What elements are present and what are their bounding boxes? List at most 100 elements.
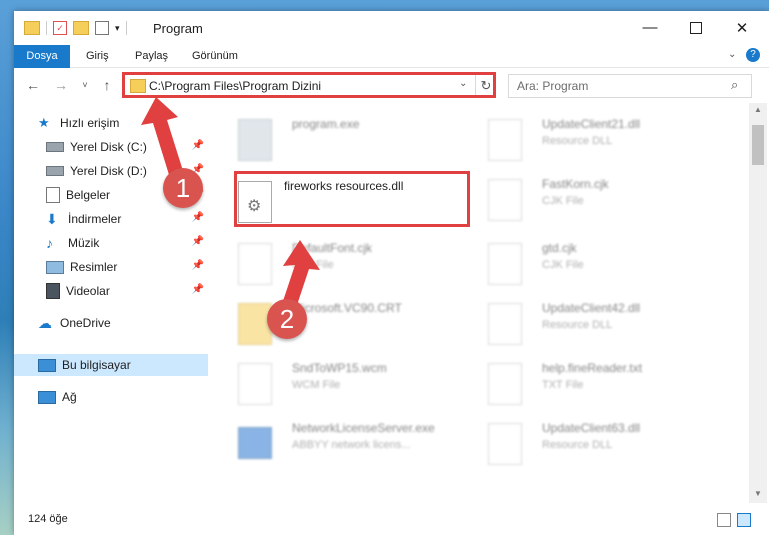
documents-icon (46, 187, 60, 203)
forward-arrow-icon: → (54, 77, 68, 93)
list-item[interactable]: SndToWP15.wcm WCM File (214, 355, 454, 411)
sidebar-item-label: Belgeler (66, 188, 111, 202)
new-folder-icon[interactable] (73, 21, 89, 35)
search-box[interactable]: Ara: Program ⌕ (508, 74, 752, 98)
file-type: WCM File (292, 379, 341, 391)
file-name: Microsoft.VC90.CRT (292, 301, 402, 315)
list-item[interactable]: DefaultFont.cjk CJK File (214, 235, 454, 291)
address-row: ← → ˅ ↑ C:\Program Files\Program Dizini … (14, 68, 769, 102)
help-icon[interactable]: ? (746, 48, 760, 62)
list-item[interactable]: Microsoft.VC90.CRT (214, 295, 454, 351)
sidebar-item-videos[interactable]: Videolar 📌 (14, 280, 208, 302)
chevron-down-icon[interactable]: ⌄ (728, 49, 736, 60)
file-name: DefaultFont.cjk (292, 241, 373, 255)
sidebar-item-label: Ağ (62, 390, 77, 404)
sidebar-item-quick-access[interactable]: ★ Hızlı erişim (14, 112, 208, 134)
star-icon: ★ (38, 115, 50, 130)
up-arrow-icon: ↑ (103, 77, 111, 93)
drive-icon (46, 142, 64, 152)
pin-icon[interactable]: 📌 (192, 140, 204, 151)
tab-paylas[interactable]: Paylaş (135, 45, 168, 67)
tab-gorunum[interactable]: Görünüm (192, 45, 238, 67)
cloud-icon: ☁ (38, 315, 52, 331)
maximize-icon (690, 21, 702, 34)
sidebar-item-network[interactable]: Ağ (14, 386, 208, 408)
dll-gear-icon (488, 423, 522, 465)
title-bar: ✓ ▾ Program — ✕ (14, 11, 769, 44)
search-icon[interactable]: ⌕ (731, 77, 738, 93)
scroll-up-icon[interactable]: ▲ (754, 105, 762, 114)
minimize-button[interactable]: — (627, 11, 673, 44)
pin-icon[interactable]: 📌 (192, 260, 204, 271)
close-icon: ✕ (735, 19, 749, 37)
list-item[interactable]: UpdateClient21.dll Resource DLL (464, 111, 704, 167)
sidebar-item-music[interactable]: ♪ Müzik 📌 (14, 232, 208, 254)
pin-icon[interactable]: 📌 (192, 236, 204, 247)
forward-button[interactable]: → (52, 76, 70, 94)
sidebar-item-label: Müzik (68, 236, 100, 250)
details-view-icon[interactable] (717, 513, 731, 527)
videos-icon (46, 283, 60, 299)
address-highlight-box (122, 72, 496, 98)
chevron-down-icon: ˅ (82, 80, 88, 90)
sidebar-item-downloads[interactable]: ⬇ İndirmeler 📌 (14, 208, 208, 230)
network-icon (38, 390, 56, 404)
sidebar-item-label: Videolar (66, 284, 110, 298)
file-type: Resource DLL (542, 439, 613, 451)
file-highlight-box (234, 171, 470, 227)
file-icon (488, 363, 522, 405)
sidebar-item-label: Yerel Disk (C:) (70, 140, 147, 154)
list-item[interactable]: UpdateClient42.dll Resource DLL (464, 295, 704, 351)
file-icon (488, 243, 522, 285)
folder-icon (24, 21, 40, 35)
file-icon (238, 243, 272, 285)
up-button[interactable]: ↑ (98, 76, 116, 94)
list-item[interactable]: program.exe (214, 111, 454, 167)
scroll-down-icon[interactable]: ▼ (754, 489, 762, 498)
sidebar-item-this-pc[interactable]: Bu bilgisayar (14, 354, 208, 376)
chevron-down-icon[interactable]: ▾ (115, 23, 120, 34)
sidebar-item-onedrive[interactable]: ☁ OneDrive (14, 312, 208, 334)
properties-icon[interactable]: ✓ (53, 21, 67, 35)
sidebar-item-pictures[interactable]: Resimler 📌 (14, 256, 208, 278)
sidebar-item-local-disk-c[interactable]: Yerel Disk (C:) 📌 (14, 136, 208, 158)
view-icon[interactable] (95, 21, 109, 35)
back-button[interactable]: ← (24, 76, 42, 94)
list-item[interactable]: gtd.cjk CJK File (464, 235, 704, 291)
file-type: CJK File (542, 195, 584, 207)
item-count: 124 öğe (28, 513, 68, 525)
large-icons-view-icon[interactable] (737, 513, 751, 527)
close-button[interactable]: ✕ (719, 11, 765, 44)
file-name: UpdateClient42.dll (542, 301, 641, 315)
list-item[interactable]: NetworkLicenseServer.exe ABBYY network l… (214, 415, 454, 471)
status-bar: 124 öğe (14, 505, 769, 535)
tab-giris[interactable]: Giriş (86, 45, 109, 67)
exe-icon (238, 119, 272, 161)
download-icon: ⬇ (46, 211, 58, 227)
vertical-scrollbar[interactable]: ▲ ▼ (749, 103, 767, 503)
maximize-button[interactable] (673, 11, 719, 44)
exe-icon (238, 427, 272, 459)
step-badge-2: 2 (267, 299, 307, 339)
list-item[interactable]: help.fineReader.txt TXT File (464, 355, 704, 411)
file-icon (488, 179, 522, 221)
quick-access-toolbar: ✓ ▾ (24, 19, 133, 37)
file-type: TXT File (542, 379, 584, 391)
list-item[interactable]: FastKorn.cjk CJK File (464, 171, 704, 227)
music-icon: ♪ (46, 235, 53, 251)
search-placeholder[interactable]: Ara: Program (517, 79, 588, 93)
file-type: ABBYY network licens... (292, 439, 411, 451)
file-type: CJK File (542, 259, 584, 271)
scrollbar-thumb[interactable] (752, 125, 764, 165)
back-arrow-icon: ← (26, 77, 40, 93)
file-type: Resource DLL (542, 319, 613, 331)
dll-gear-icon (488, 303, 522, 345)
list-item[interactable]: UpdateClient63.dll Resource DLL (464, 415, 704, 471)
sidebar-item-label: İndirmeler (68, 212, 122, 226)
ribbon-tabs: Dosya Giriş Paylaş Görünüm ⌄ ? (14, 45, 769, 101)
pin-icon[interactable]: 📌 (192, 284, 204, 295)
computer-icon (38, 358, 56, 372)
sidebar-item-label: Bu bilgisayar (62, 358, 131, 372)
pin-icon[interactable]: 📌 (192, 212, 204, 223)
recent-locations-button[interactable]: ˅ (76, 76, 94, 94)
